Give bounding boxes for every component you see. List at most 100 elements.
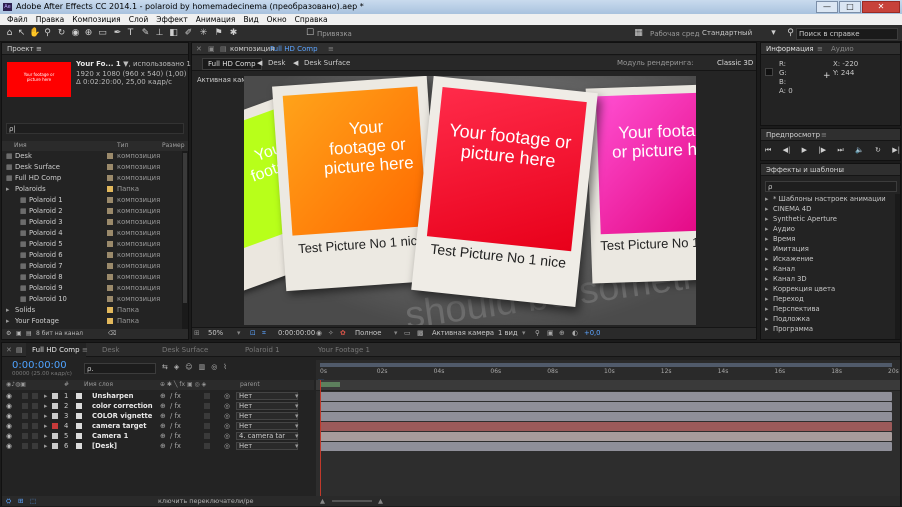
project-item[interactable]: ▦ Polaroid 1 композиция [2, 195, 182, 206]
info-tab[interactable]: Информация [766, 45, 814, 53]
expand-layer-icon[interactable]: ▸ [44, 441, 47, 451]
pick-whip-icon[interactable]: ◎ [224, 401, 230, 411]
parent-select[interactable]: Нет [236, 392, 298, 400]
layer-switches[interactable]: ⊕ / fx [160, 391, 181, 401]
effects-scrollbar[interactable] [895, 194, 900, 339]
layer-name[interactable]: Unsharpen [92, 391, 134, 401]
solo-checkbox[interactable] [22, 423, 28, 429]
pan-behind-tool-icon[interactable]: ⊕ [83, 28, 94, 39]
pick-whip-icon[interactable]: ◎ [224, 441, 230, 451]
layer-switches[interactable]: ⊕ / fx [160, 441, 181, 451]
layer-color-label[interactable] [52, 443, 58, 449]
solo-checkbox[interactable] [22, 433, 28, 439]
project-item[interactable]: ▦ Polaroid 2 композиция [2, 206, 182, 217]
menu-composition[interactable]: Композиция [68, 14, 124, 25]
panel-menu-icon[interactable]: ≡ [36, 43, 42, 55]
solo-checkbox[interactable] [22, 413, 28, 419]
project-item[interactable]: ▦ Desk Surface композиция [2, 162, 182, 173]
layer-color-label[interactable] [52, 393, 58, 399]
label-color-swatch[interactable] [107, 230, 113, 236]
layer-name[interactable]: Camera 1 [92, 431, 128, 441]
effects-category[interactable]: ▸ Канал [761, 264, 895, 274]
comp-tab-label[interactable]: композиция [230, 43, 274, 55]
effects-category[interactable]: ▸ Подложка [761, 314, 895, 324]
column-size[interactable]: Размер [162, 141, 185, 151]
workspace-select[interactable]: Стандартный [700, 28, 778, 40]
snapshot-icon[interactable]: ◉ [316, 328, 322, 339]
label-color-swatch[interactable] [107, 285, 113, 291]
mask-tool-icon[interactable]: ▭ [97, 28, 108, 39]
label-color-swatch[interactable] [107, 263, 113, 269]
motion-blur-icon[interactable]: ◎ [211, 363, 217, 371]
label-color-swatch[interactable] [107, 197, 113, 203]
layer-row[interactable]: ◉ ▸ 2 color correction ⊕ / fx ◎ Нет ▾ [2, 401, 314, 411]
layer-color-label[interactable] [52, 433, 58, 439]
close-icon[interactable]: ✕ [6, 346, 12, 354]
zoom-tool-icon[interactable]: ⚲ [42, 28, 53, 39]
label-color-swatch[interactable] [107, 164, 113, 170]
layer-row[interactable]: ◉ ▸ 3 COLOR vignette ⊕ / fx ◎ Нет ▾ [2, 411, 314, 421]
menu-animation[interactable]: Анимация [192, 14, 240, 25]
transfer-controls-icon[interactable]: ⊞ [18, 496, 23, 506]
3d-layer-checkbox[interactable] [204, 413, 210, 419]
label-color-swatch[interactable] [107, 307, 113, 313]
brush-tool-icon[interactable]: ✎ [140, 28, 151, 39]
layer-row[interactable]: ◉ ▸ 1 Unsharpen ⊕ / fx ◎ Нет ▾ [2, 391, 314, 401]
layer-color-label[interactable] [52, 413, 58, 419]
new-comp-icon[interactable]: ▤ [26, 329, 32, 339]
scrollbar-thumb[interactable] [183, 153, 187, 303]
layer-name[interactable]: COLOR vignette [92, 411, 152, 421]
draft-3d-icon[interactable]: ◈ [174, 363, 179, 371]
layer-duration-bar[interactable] [320, 442, 892, 451]
project-item[interactable]: ▦ Polaroid 9 композиция [2, 283, 182, 294]
comp-viewer[interactable]: should be something Your footage Your fo… [244, 76, 696, 325]
fast-previews-icon[interactable]: ⚲ [535, 328, 540, 339]
effects-title[interactable]: Эффекты и шаблоны [766, 166, 844, 174]
type-tool-icon[interactable]: T [125, 28, 136, 39]
lock-checkbox[interactable] [32, 403, 38, 409]
tab-polaroid-1[interactable]: Polaroid 1 [245, 346, 280, 354]
project-search-input[interactable]: ρ| [6, 123, 184, 134]
panel-menu-icon[interactable]: ≡ [839, 164, 845, 176]
lock-icon[interactable]: ▣ [208, 43, 215, 55]
menu-help[interactable]: Справка [291, 14, 332, 25]
puppet-tool-icon[interactable]: ✳ [198, 28, 209, 39]
project-scrollbar[interactable] [182, 151, 188, 329]
layer-name[interactable]: color correction [92, 401, 153, 411]
effects-category[interactable]: ▸ Программа [761, 324, 895, 334]
tab-full-hd-comp[interactable]: Full HD Comp [26, 343, 86, 357]
home-icon[interactable]: ⌂ [4, 28, 15, 39]
solo-checkbox[interactable] [22, 393, 28, 399]
clone-stamp-tool-icon[interactable]: ⊥ [154, 28, 165, 39]
layer-switches[interactable]: ⊕ / fx [160, 411, 181, 421]
interpret-icon[interactable]: ⚙ [6, 329, 11, 339]
camera-tool-icon[interactable]: ◉ [70, 28, 81, 39]
snap-checkbox[interactable]: ☐ [306, 28, 314, 39]
panel-menu-icon[interactable]: ≡ [821, 129, 827, 141]
tab-your-footage-1[interactable]: Your Footage 1 [318, 346, 370, 354]
loop-icon[interactable]: ↻ [875, 146, 881, 155]
effects-category[interactable]: ▸ Имитация [761, 244, 895, 254]
comp-mini-flowchart-icon[interactable]: ⇆ [162, 363, 168, 371]
label-color-swatch[interactable] [107, 241, 113, 247]
effects-category[interactable]: ▸ Канал 3D [761, 274, 895, 284]
folder-expand-icon[interactable]: ▸ [6, 305, 9, 316]
views-select[interactable]: 1 вид [498, 328, 518, 339]
resolution-select[interactable]: Полное [355, 328, 381, 339]
label-color-swatch[interactable] [107, 153, 113, 159]
audio-icon[interactable]: 🔈 [855, 146, 864, 155]
layer-name-column[interactable]: Имя слоя [84, 380, 113, 390]
zoom-slider[interactable] [332, 500, 372, 502]
channel-icon[interactable]: ✿ [340, 328, 346, 339]
panel-menu-icon[interactable]: ≡ [817, 43, 823, 55]
pen-tool-icon[interactable]: ✒ [112, 28, 123, 39]
expand-layer-icon[interactable]: ▸ [44, 431, 47, 441]
zoom-out-icon[interactable]: ▲ [320, 496, 325, 506]
parent-select[interactable]: 4. camera tar [236, 432, 298, 440]
breadcrumb-full-hd-comp[interactable]: Full HD Comp [202, 58, 262, 70]
shy-icon[interactable]: ☺ [185, 363, 192, 371]
show-snapshot-icon[interactable]: ✧ [328, 328, 334, 339]
parent-select[interactable]: Нет [236, 422, 298, 430]
label-color-swatch[interactable] [107, 186, 113, 192]
3d-layer-checkbox[interactable] [204, 403, 210, 409]
